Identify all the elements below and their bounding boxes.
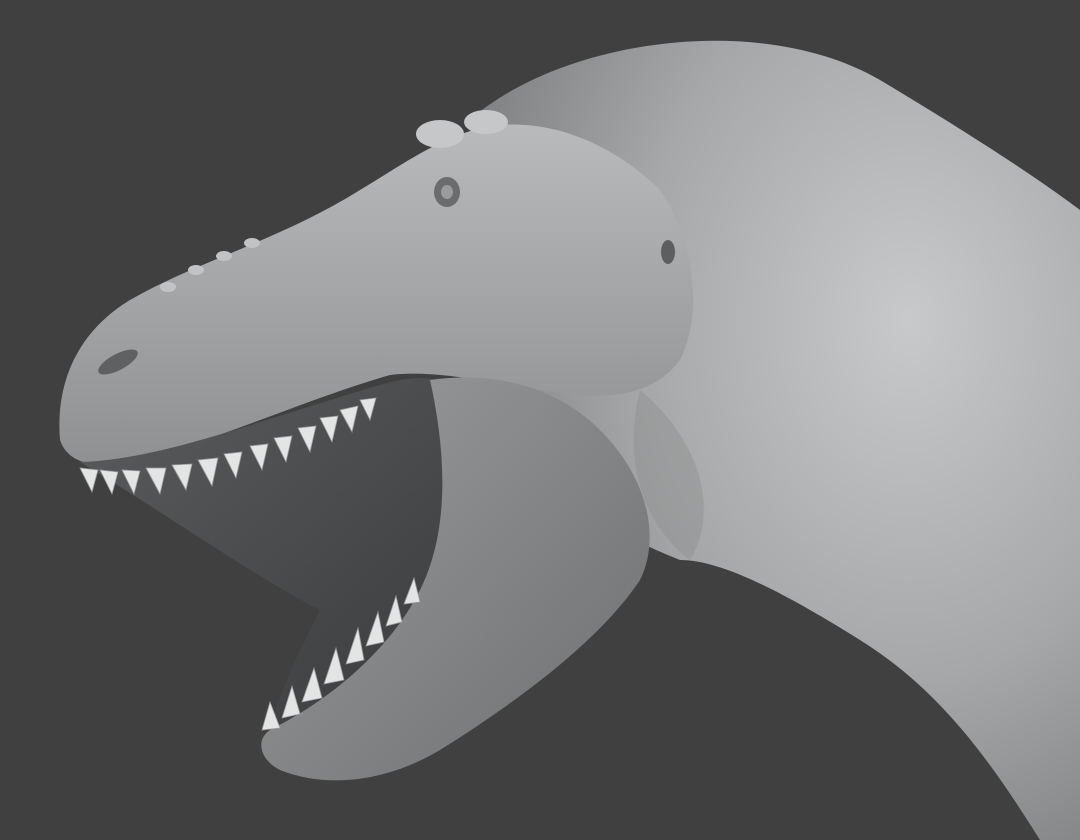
brow-horn-2	[464, 110, 508, 134]
ear-icon	[661, 240, 675, 264]
eye-highlight	[441, 185, 453, 199]
brow-horn	[416, 120, 464, 148]
3d-viewport[interactable]	[0, 0, 1080, 840]
sculpt-render	[59, 40, 1080, 840]
